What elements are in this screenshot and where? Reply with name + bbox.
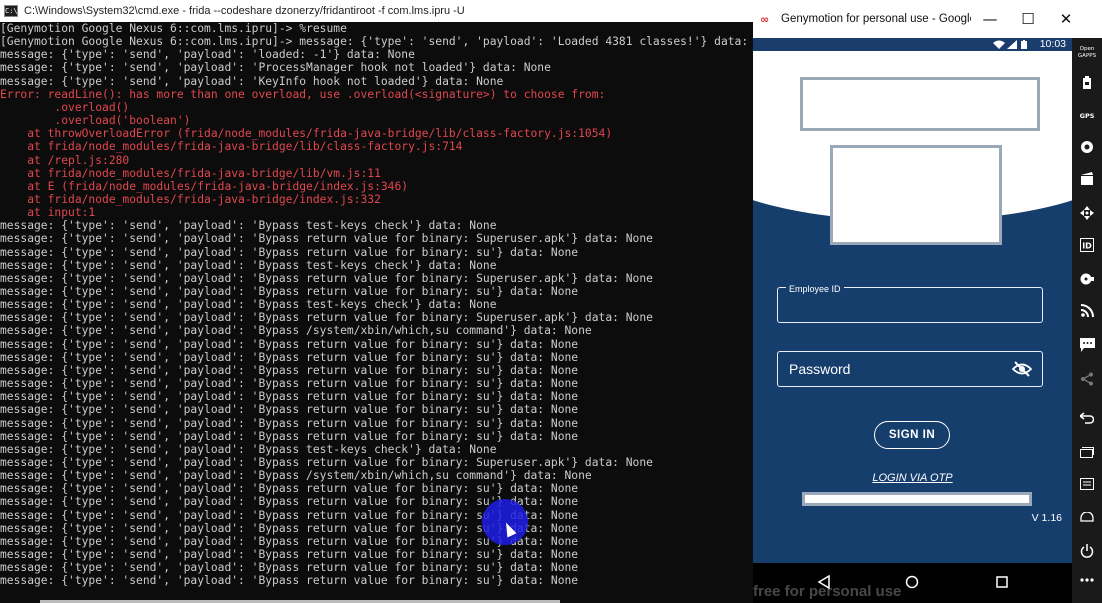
svg-text:GAPPS: GAPPS: [1078, 53, 1096, 58]
console-line: [Genymotion Google Nexus 6::com.lms.ipru…: [0, 35, 753, 49]
footer-placeholder: [802, 492, 1032, 506]
svg-text:GPS: GPS: [1080, 112, 1094, 120]
disk-icon[interactable]: [1072, 272, 1102, 286]
console-line: message: {'type': 'send', 'payload': 'By…: [0, 390, 579, 404]
cmd-window-title: C:\Windows\System32\cmd.exe - frida --co…: [24, 5, 465, 17]
menu-icon[interactable]: [1072, 478, 1102, 490]
sign-in-button[interactable]: SIGN IN: [874, 421, 950, 449]
console-error-line: at frida/node_modules/frida-java-bridge/…: [0, 166, 381, 180]
console-line: message: {'type': 'send', 'payload': 'By…: [0, 245, 579, 259]
home-icon[interactable]: [1072, 512, 1102, 522]
recent-apps-icon[interactable]: [1072, 446, 1102, 458]
console-line: message: {'type': 'send', 'payload': 'By…: [0, 271, 653, 285]
employee-id-label: Employee ID: [786, 284, 844, 294]
console-error-line: at E (frida/node_modules/frida-java-brid…: [0, 179, 409, 193]
genymotion-titlebar[interactable]: ∞ Genymotion for personal use - Google N…: [753, 0, 1102, 38]
console-line: message: {'type': 'send', 'payload': 'By…: [0, 403, 579, 417]
console-line: [Genymotion Google Nexus 6::com.lms.ipru…: [0, 22, 347, 35]
console-line: message: {'type': 'send', 'payload': 'By…: [0, 219, 497, 233]
console-line: message: {'type': 'send', 'payload': 'By…: [0, 561, 579, 575]
console-line: message: {'type': 'send', 'payload': 'By…: [0, 455, 653, 469]
cmd-app-icon: C:\: [4, 5, 18, 17]
share-icon[interactable]: [1072, 372, 1102, 386]
console-line: message: {'type': 'send', 'payload': 'By…: [0, 350, 579, 364]
signal-icon: [1007, 40, 1017, 49]
media-icon[interactable]: [1072, 172, 1102, 186]
nav-home-icon[interactable]: [905, 575, 919, 589]
console-line: message: {'type': 'send', 'payload': 'Ke…: [0, 74, 504, 88]
back-icon[interactable]: [1072, 412, 1102, 424]
console-error-line: at frida/node_modules/frida-java-bridge/…: [0, 192, 381, 206]
cmd-window[interactable]: C:\ C:\Windows\System32\cmd.exe - frida …: [0, 0, 753, 603]
toggle-password-visibility-icon[interactable]: [1012, 361, 1032, 377]
minimize-button[interactable]: —: [971, 0, 1009, 38]
console-line: message: {'type': 'send', 'payload': 'lo…: [0, 48, 415, 62]
password-placeholder: Password: [789, 361, 851, 377]
console-line: message: {'type': 'send', 'payload': 'By…: [0, 363, 579, 377]
console-line: message: {'type': 'send', 'payload': 'By…: [0, 574, 579, 588]
console-line: message: {'type': 'send', 'payload': 'By…: [0, 469, 592, 483]
cmd-titlebar[interactable]: C:\ C:\Windows\System32\cmd.exe - frida …: [0, 0, 753, 22]
brand-logo-placeholder: [800, 77, 1040, 131]
console-line: message: {'type': 'send', 'payload': 'By…: [0, 298, 497, 312]
genymotion-window[interactable]: ∞ Genymotion for personal use - Google N…: [753, 0, 1102, 603]
gps-icon[interactable]: GPS: [1072, 108, 1102, 122]
app-login-screen: Employee ID Password SIGN IN LOGIN VIA O…: [753, 51, 1072, 563]
close-button[interactable]: ✕: [1047, 0, 1085, 38]
console-output[interactable]: [Genymotion Google Nexus 6::com.lms.ipru…: [0, 22, 753, 603]
status-time: 10:03: [1039, 38, 1066, 50]
login-via-otp-link[interactable]: LOGIN VIA OTP: [753, 472, 1072, 484]
console-error-line: at frida/node_modules/frida-java-bridge/…: [0, 140, 463, 154]
console-line: message: {'type': 'send', 'payload': 'By…: [0, 337, 579, 351]
genymotion-window-title: Genymotion for personal use - Google Nex…: [781, 13, 971, 25]
genymotion-toolbar: Open GAPPS GPS ID: [1072, 38, 1102, 603]
nav-recents-icon[interactable]: [995, 575, 1009, 589]
svg-text:ID: ID: [1082, 242, 1092, 251]
battery-icon[interactable]: [1072, 76, 1102, 89]
rss-icon[interactable]: [1072, 304, 1102, 317]
genymotion-logo-icon: ∞: [760, 12, 770, 26]
console-error-line: .overload(): [0, 100, 130, 114]
console-error-line: Error: readLine(): has more than one ove…: [0, 87, 606, 101]
watermark: free for personal use: [753, 583, 902, 600]
employee-id-field[interactable]: Employee ID: [777, 284, 1043, 323]
android-status-bar: 10:03: [753, 38, 1072, 51]
console-line: message: {'type': 'send', 'payload': 'By…: [0, 285, 579, 298]
console-line: message: {'type': 'send', 'payload': 'By…: [0, 377, 579, 391]
console-line: message: {'type': 'send', 'payload': 'By…: [0, 324, 592, 338]
svg-text:Open: Open: [1080, 46, 1095, 52]
console-error-line: at /repl.js:280: [0, 153, 130, 167]
console-line: message: {'type': 'send', 'payload': 'By…: [0, 429, 579, 443]
maximize-button[interactable]: ☐: [1009, 0, 1047, 38]
console-error-line: .overload('boolean'): [0, 114, 191, 128]
console-line: message: {'type': 'send', 'payload': 'By…: [0, 416, 579, 430]
device-screen[interactable]: 10:03 Employee ID Password SIGN IN LOGIN…: [753, 38, 1072, 603]
password-field[interactable]: Password: [777, 351, 1043, 387]
console-line: message: {'type': 'send', 'payload': 'By…: [0, 482, 579, 496]
app-version: V 1.16: [1031, 512, 1062, 524]
console-error-line: at input:1: [0, 206, 96, 220]
power-icon[interactable]: [1072, 544, 1102, 558]
console-line: message: {'type': 'send', 'payload': 'By…: [0, 232, 653, 246]
console-line: message: {'type': 'send', 'payload': 'Pr…: [0, 61, 551, 75]
app-image-placeholder: [830, 145, 1002, 245]
wifi-icon: [993, 40, 1005, 49]
id-icon[interactable]: ID: [1072, 238, 1102, 252]
dpad-icon[interactable]: [1072, 206, 1102, 220]
open-gapps-icon[interactable]: Open GAPPS: [1072, 44, 1102, 58]
camera-icon[interactable]: [1072, 140, 1102, 154]
console-line: message: {'type': 'send', 'payload': 'By…: [0, 311, 653, 325]
console-error-line: at throwOverloadError (frida/node_module…: [0, 127, 613, 141]
sms-icon[interactable]: [1072, 338, 1102, 352]
console-line: message: {'type': 'send', 'payload': 'By…: [0, 258, 497, 272]
more-icon[interactable]: [1072, 578, 1102, 582]
console-line: message: {'type': 'send', 'payload': 'By…: [0, 442, 497, 456]
console-line: message: {'type': 'send', 'payload': 'By…: [0, 548, 579, 561]
battery-status-icon: [1021, 40, 1027, 49]
